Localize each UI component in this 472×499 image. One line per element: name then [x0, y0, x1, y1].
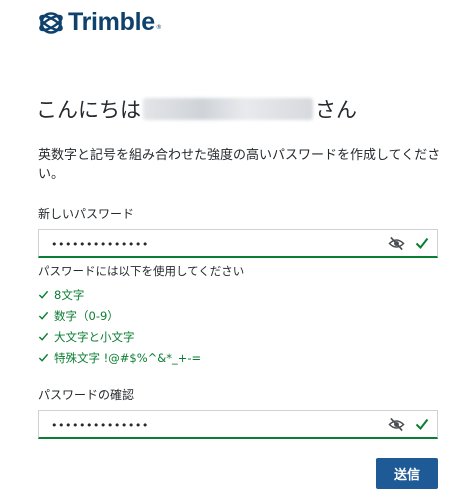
check-icon [415, 237, 429, 250]
check-icon [415, 418, 429, 431]
eye-off-icon[interactable] [388, 417, 405, 432]
check-icon [38, 311, 49, 320]
greeting-heading: こんにちは さん [36, 94, 357, 124]
new-password-input[interactable] [49, 234, 373, 254]
confirm-password-field[interactable] [38, 410, 438, 439]
requirement-label: 特殊文字 !@#$%^&*_+-= [54, 350, 202, 365]
eye-off-icon[interactable] [388, 236, 405, 251]
greeting-suffix: さん [315, 98, 357, 122]
trimble-globe-icon [39, 11, 63, 34]
requirements-list: 8文字 数字（0-9） 大文字と小文字 特殊文字 !@#$%^&*_+-= [38, 284, 201, 368]
new-password-label: 新しいパスワード [38, 207, 135, 221]
new-password-field[interactable] [38, 229, 438, 258]
requirement-item: 大文字と小文字 [38, 326, 201, 347]
user-name-redacted [143, 98, 313, 120]
requirement-label: 8文字 [54, 287, 85, 302]
check-icon [38, 290, 49, 299]
requirement-item: 特殊文字 !@#$%^&*_+-= [38, 347, 201, 368]
requirement-label: 数字（0-9） [54, 308, 119, 323]
confirm-password-label: パスワードの確認 [38, 388, 135, 402]
confirm-password-input[interactable] [49, 415, 373, 435]
check-icon [38, 332, 49, 341]
brand-name: Trimble [68, 8, 155, 36]
check-icon [38, 353, 49, 362]
greeting-prefix: こんにちは [36, 98, 141, 122]
requirement-item: 数字（0-9） [38, 305, 201, 326]
requirements-title: パスワードには以下を使用してください [38, 264, 245, 278]
requirement-label: 大文字と小文字 [54, 329, 135, 344]
registered-mark: ® [155, 24, 162, 31]
submit-button[interactable]: 送信 [376, 458, 438, 489]
requirement-item: 8文字 [38, 284, 201, 305]
intro-text: 英数字と記号を組み合わせた強度の高いパスワードを作成してください。 [38, 148, 441, 182]
brand-logo: Trimble ® [38, 8, 162, 37]
